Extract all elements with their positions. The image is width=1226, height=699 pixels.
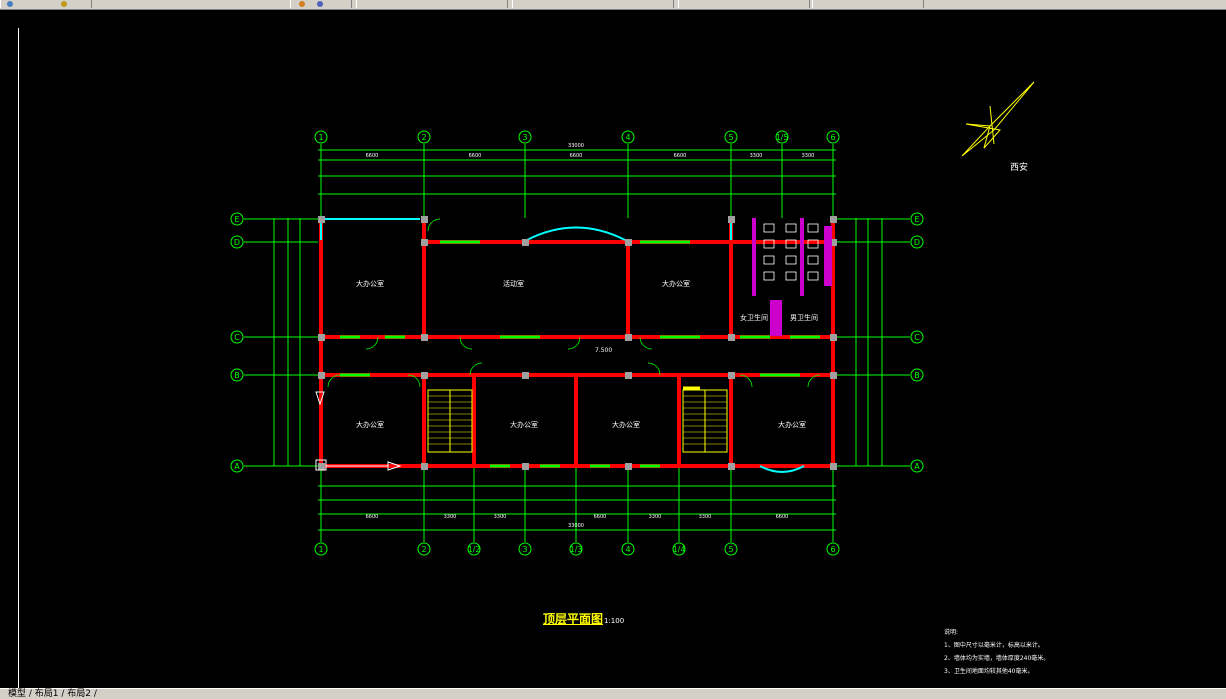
file-icon xyxy=(7,1,13,7)
svg-text:1/3: 1/3 xyxy=(570,545,583,554)
toolbar xyxy=(0,0,1226,10)
drawing-canvas[interactable]: 7.500 大办公室 活动室 大办公室 大办公室 大办公室 大办公室 大办公室 … xyxy=(0,10,1226,690)
layer-dropdown[interactable] xyxy=(356,0,508,8)
layout-tabs[interactable]: 模型 / 布局1 / 布局2 / xyxy=(0,688,1226,699)
svg-text:3: 3 xyxy=(522,133,527,142)
svg-text:大办公室: 大办公室 xyxy=(510,420,538,429)
svg-text:4: 4 xyxy=(625,133,630,142)
svg-text:6: 6 xyxy=(830,133,835,142)
svg-text:1/4: 1/4 xyxy=(673,545,686,554)
svg-text:女卫生间: 女卫生间 xyxy=(740,313,768,322)
svg-text:A: A xyxy=(914,462,920,471)
svg-text:C: C xyxy=(914,333,920,342)
svg-text:1: 1 xyxy=(318,133,323,142)
linetype-dropdown[interactable] xyxy=(512,0,674,8)
svg-text:C: C xyxy=(234,333,240,342)
svg-text:男卫生间: 男卫生间 xyxy=(790,313,818,322)
floor-plan: 7.500 大办公室 活动室 大办公室 大办公室 大办公室 大办公室 大办公室 … xyxy=(230,81,1035,556)
svg-text:6600: 6600 xyxy=(594,514,607,520)
svg-text:6600: 6600 xyxy=(674,153,687,159)
svg-text:3300: 3300 xyxy=(444,514,457,520)
shape-icon xyxy=(317,1,323,7)
svg-text:1/2: 1/2 xyxy=(468,545,481,554)
svg-text:E: E xyxy=(234,215,239,224)
svg-text:活动室: 活动室 xyxy=(503,279,524,288)
svg-text:大办公室: 大办公室 xyxy=(662,279,690,288)
svg-text:3300: 3300 xyxy=(649,514,662,520)
svg-text:33000: 33000 xyxy=(568,523,584,529)
toolbar-button[interactable] xyxy=(0,0,92,8)
svg-text:6600: 6600 xyxy=(469,153,482,159)
svg-text:5: 5 xyxy=(728,545,733,554)
svg-text:4: 4 xyxy=(625,545,630,554)
svg-text:3300: 3300 xyxy=(699,514,712,520)
svg-text:6600: 6600 xyxy=(366,153,379,159)
svg-text:B: B xyxy=(234,371,240,380)
svg-text:6: 6 xyxy=(830,545,835,554)
svg-text:1: 1 xyxy=(318,545,323,554)
drawing-title: 顶层平面图 xyxy=(543,612,604,626)
note-item: 1、图中尺寸以毫米计，标高以米计。 xyxy=(944,642,1044,649)
svg-text:大办公室: 大办公室 xyxy=(356,420,384,429)
notes-title: 说明: xyxy=(944,629,959,636)
svg-text:5: 5 xyxy=(728,133,733,142)
svg-text:大办公室: 大办公室 xyxy=(612,420,640,429)
folder-icon xyxy=(61,1,67,7)
note-item: 3、卫生间地面均较其他40毫米。 xyxy=(944,668,1034,675)
plotstyle-dropdown[interactable] xyxy=(812,0,924,8)
svg-text:6600: 6600 xyxy=(776,514,789,520)
svg-text:B: B xyxy=(914,371,920,380)
svg-text:3300: 3300 xyxy=(494,514,507,520)
svg-text:33000: 33000 xyxy=(568,143,584,149)
svg-text:D: D xyxy=(234,238,240,247)
svg-text:1/5: 1/5 xyxy=(776,133,789,142)
notes: 说明: 1、图中尺寸以毫米计，标高以米计。 2、墙体均为实墙，墙体厚度240毫米… xyxy=(944,626,1049,678)
note-item: 2、墙体均为实墙，墙体厚度240毫米。 xyxy=(944,655,1050,662)
lineweight-dropdown[interactable] xyxy=(678,0,810,8)
svg-text:3300: 3300 xyxy=(802,153,815,159)
toolbar-button[interactable] xyxy=(290,0,352,8)
svg-text:6600: 6600 xyxy=(366,514,379,520)
svg-text:6600: 6600 xyxy=(570,153,583,159)
svg-text:7.500: 7.500 xyxy=(595,347,612,354)
drawing-scale: 1:100 xyxy=(604,617,625,625)
svg-text:3: 3 xyxy=(522,545,527,554)
svg-text:3300: 3300 xyxy=(750,153,763,159)
svg-text:E: E xyxy=(914,215,919,224)
svg-text:D: D xyxy=(914,238,920,247)
svg-text:A: A xyxy=(234,462,240,471)
svg-text:大办公室: 大办公室 xyxy=(778,420,806,429)
svg-text:大办公室: 大办公室 xyxy=(356,279,384,288)
layer-icon xyxy=(299,1,305,7)
north-label: 西安 xyxy=(1010,163,1029,173)
svg-text:2: 2 xyxy=(421,545,426,554)
svg-text:2: 2 xyxy=(421,133,426,142)
